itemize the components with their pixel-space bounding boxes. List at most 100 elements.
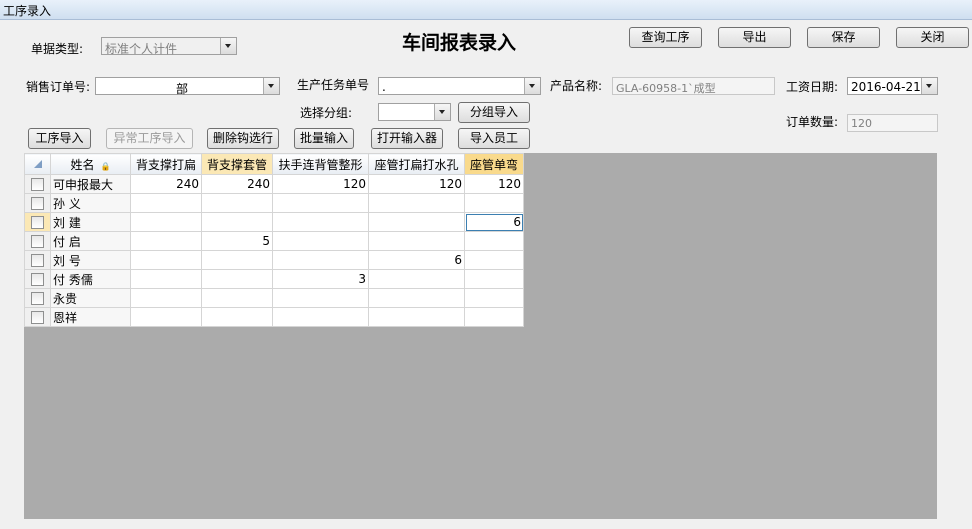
column-header-5[interactable]: 座管单弯 <box>464 153 524 175</box>
delete-checked-button[interactable]: 删除钩选行 <box>207 128 279 149</box>
row-checkbox[interactable] <box>31 254 44 267</box>
row-checkbox-cell[interactable] <box>24 307 51 327</box>
table-row[interactable]: 恩祥 <box>24 307 524 327</box>
row-checkbox-cell[interactable] <box>24 174 51 194</box>
row-checkbox[interactable] <box>31 235 44 248</box>
column-header-3[interactable]: 扶手连背管整形 <box>272 153 369 175</box>
table-row[interactable]: 可申报最大 240 240 120 120 120 <box>24 174 524 194</box>
row-checkbox[interactable] <box>31 216 44 229</box>
table-row[interactable]: 付 秀儒 3 <box>24 269 524 289</box>
query-process-button[interactable]: 查询工序 <box>629 27 702 48</box>
grid-cell[interactable] <box>464 269 524 289</box>
grid-cell[interactable] <box>272 250 369 270</box>
grid-cell[interactable] <box>368 288 465 308</box>
group-import-button[interactable]: 分组导入 <box>458 102 530 123</box>
grid-cell[interactable]: 6 <box>368 250 465 270</box>
wage-date-picker[interactable]: 2016-04-21 <box>847 77 938 95</box>
grid-cell[interactable] <box>130 307 202 327</box>
grid-cell[interactable] <box>368 231 465 251</box>
row-checkbox-cell[interactable] <box>24 193 51 213</box>
grid-cell[interactable]: 6 <box>464 212 524 232</box>
grid-cell[interactable]: 3 <box>272 269 369 289</box>
grid-cell[interactable] <box>201 307 273 327</box>
grid-cell[interactable] <box>272 212 369 232</box>
row-checkbox-cell[interactable] <box>24 269 51 289</box>
row-name-cell[interactable]: 孙 义 <box>50 193 131 213</box>
grid-cell[interactable] <box>201 212 273 232</box>
grid-cell[interactable] <box>272 231 369 251</box>
row-name-cell[interactable]: 付 秀儒 <box>50 269 131 289</box>
close-button[interactable]: 关闭 <box>896 27 969 48</box>
grid-cell[interactable] <box>130 193 202 213</box>
grid-cell[interactable] <box>130 231 202 251</box>
table-row[interactable]: 永贵 <box>24 288 524 308</box>
grid-cell[interactable] <box>130 288 202 308</box>
chevron-down-icon[interactable] <box>921 78 937 94</box>
grid-cell[interactable] <box>272 288 369 308</box>
grid-cell[interactable] <box>130 212 202 232</box>
task-select[interactable]: . <box>378 77 541 95</box>
export-button[interactable]: 导出 <box>718 27 791 48</box>
grid-cell[interactable] <box>368 269 465 289</box>
grid-cell[interactable] <box>464 250 524 270</box>
chevron-down-icon[interactable] <box>524 78 540 94</box>
row-checkbox[interactable] <box>31 273 44 286</box>
chevron-down-icon[interactable] <box>263 78 279 94</box>
grid-cell[interactable] <box>368 212 465 232</box>
column-header-4[interactable]: 座管打扁打水孔 <box>368 153 465 175</box>
row-name-cell[interactable]: 刘 号 <box>50 250 131 270</box>
grid-cell[interactable] <box>130 269 202 289</box>
row-checkbox[interactable] <box>31 292 44 305</box>
table-row[interactable]: 付 启 5 <box>24 231 524 251</box>
open-input-button[interactable]: 打开输入器 <box>371 128 443 149</box>
grid-cell[interactable] <box>272 307 369 327</box>
row-checkbox[interactable] <box>31 197 44 210</box>
row-checkbox-cell[interactable] <box>24 288 51 308</box>
grid-cell[interactable] <box>368 307 465 327</box>
process-import-button[interactable]: 工序导入 <box>28 128 91 149</box>
grid-cell[interactable] <box>464 193 524 213</box>
column-header-1[interactable]: 背支撑打扁 <box>130 153 202 175</box>
batch-input-button[interactable]: 批量输入 <box>294 128 354 149</box>
grid-cell[interactable] <box>368 193 465 213</box>
grid-cell[interactable]: 120 <box>368 174 465 194</box>
column-header-2[interactable]: 背支撑套管 <box>201 153 273 175</box>
grid-cell[interactable] <box>201 250 273 270</box>
chevron-down-icon[interactable] <box>220 38 236 54</box>
group-select[interactable] <box>378 103 451 121</box>
grid-cell[interactable] <box>464 288 524 308</box>
grid-cell[interactable]: 5 <box>201 231 273 251</box>
grid-cell[interactable] <box>201 288 273 308</box>
doc-type-select[interactable]: 标准个人计件 <box>101 37 237 56</box>
row-name-cell[interactable]: 可申报最大 <box>50 174 131 194</box>
process-grid[interactable]: 姓名 🔒 背支撑打扁 背支撑套管 扶手连背管整形 座管打扁打水孔 座管单弯 可申报… <box>24 153 524 327</box>
row-name-cell[interactable]: 刘 建 <box>50 212 131 232</box>
row-checkbox-cell[interactable] <box>24 212 51 232</box>
row-checkbox[interactable] <box>31 311 44 324</box>
grid-cell[interactable] <box>201 193 273 213</box>
sales-order-select[interactable]: 部 <box>95 77 280 96</box>
table-row[interactable]: 刘 号 6 <box>24 250 524 270</box>
grid-cell[interactable]: 240 <box>201 174 273 194</box>
row-name-cell[interactable]: 永贵 <box>50 288 131 308</box>
row-checkbox-cell[interactable] <box>24 231 51 251</box>
import-staff-button[interactable]: 导入员工 <box>458 128 530 149</box>
table-row[interactable]: 刘 建 6 <box>24 212 524 232</box>
grid-cell[interactable] <box>464 231 524 251</box>
grid-cell[interactable] <box>130 250 202 270</box>
row-name-cell[interactable]: 恩祥 <box>50 307 131 327</box>
column-header-name[interactable]: 姓名 🔒 <box>50 153 131 175</box>
grid-cell[interactable]: 120 <box>464 174 524 194</box>
row-checkbox[interactable] <box>31 178 44 191</box>
grid-cell[interactable] <box>464 307 524 327</box>
grid-cell[interactable]: 120 <box>272 174 369 194</box>
select-all-corner[interactable] <box>24 153 51 175</box>
row-name-cell[interactable]: 付 启 <box>50 231 131 251</box>
grid-cell[interactable] <box>201 269 273 289</box>
chevron-down-icon[interactable] <box>434 104 450 120</box>
table-row[interactable]: 孙 义 <box>24 193 524 213</box>
save-button[interactable]: 保存 <box>807 27 880 48</box>
grid-cell[interactable]: 240 <box>130 174 202 194</box>
row-checkbox-cell[interactable] <box>24 250 51 270</box>
grid-cell[interactable] <box>272 193 369 213</box>
